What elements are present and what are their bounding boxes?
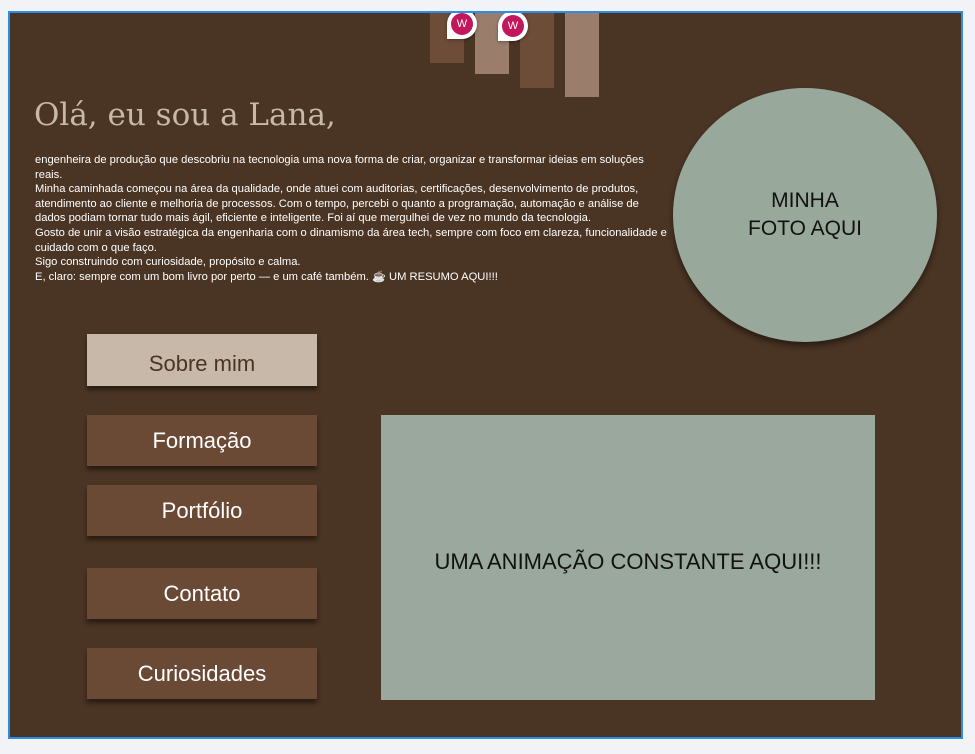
nav-button-portfolio[interactable]: Portfólio bbox=[87, 485, 317, 536]
portfolio-frame[interactable]: W W Olá, eu sou a Lana, engenheira de pr… bbox=[8, 11, 963, 739]
bio-paragraph: E, claro: sempre com um bom livro por pe… bbox=[35, 270, 498, 283]
bio-paragraph: engenheira de produção que descobriu na … bbox=[35, 154, 644, 181]
decorative-bar bbox=[565, 13, 599, 97]
bio-paragraph: Gosto de unir a visão estratégica da eng… bbox=[35, 226, 667, 254]
nav-button-formacao[interactable]: Formação bbox=[87, 415, 317, 466]
comment-pin[interactable]: W bbox=[447, 13, 477, 39]
bio-paragraph: Sigo construindo com curiosidade, propós… bbox=[35, 256, 301, 269]
nav-button-contato[interactable]: Contato bbox=[87, 568, 317, 619]
comment-avatar-icon: W bbox=[451, 13, 473, 35]
comment-avatar-icon: W bbox=[502, 15, 524, 37]
comment-pin[interactable]: W bbox=[498, 13, 528, 41]
bio-text: engenheira de produção que descobriu na … bbox=[35, 153, 667, 284]
nav-button-curiosidades[interactable]: Curiosidades bbox=[87, 648, 317, 699]
animation-placeholder: UMA ANIMAÇÃO CONSTANTE AQUI!!! bbox=[381, 415, 875, 700]
profile-photo-placeholder: MINHA FOTO AQUI bbox=[673, 88, 937, 342]
bio-paragraph: Minha caminhada começou na área da quali… bbox=[35, 183, 639, 225]
nav-button-sobre-mim[interactable]: Sobre mim bbox=[87, 334, 317, 386]
page-title: Olá, eu sou a Lana, bbox=[34, 97, 336, 133]
